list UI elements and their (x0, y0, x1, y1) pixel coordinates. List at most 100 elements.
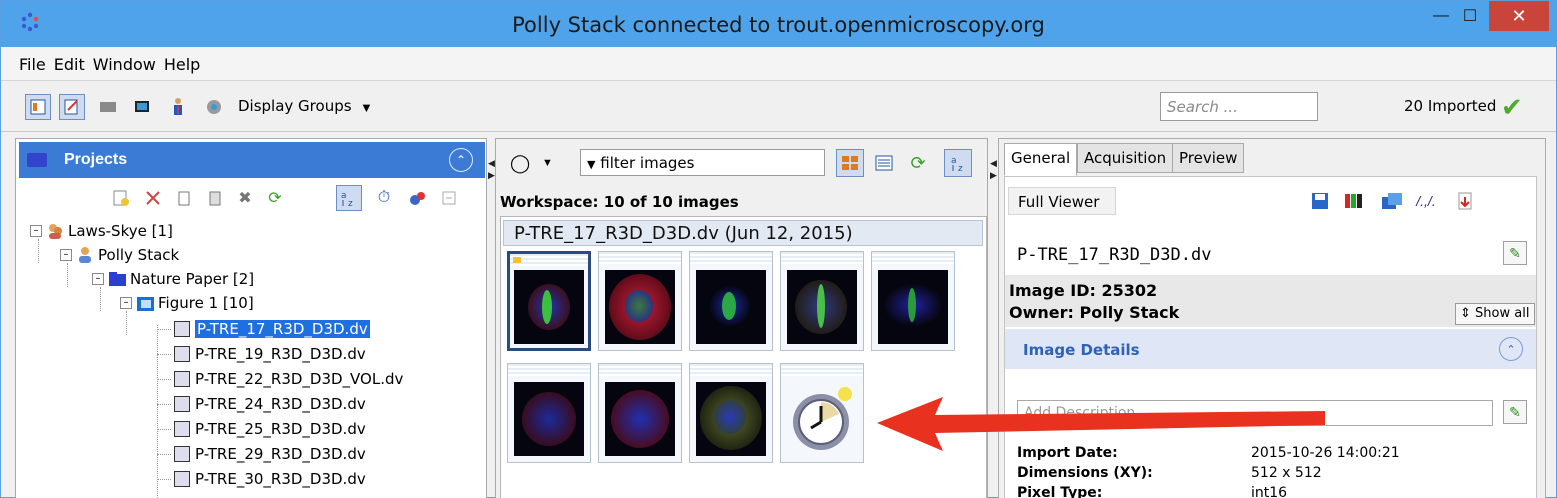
left-splitter[interactable]: ◀ ▶ (487, 138, 495, 498)
tree-node-label: P-TRE_29_R3D_D3D.dv (195, 445, 366, 463)
collapse-node-icon[interactable]: – (120, 297, 132, 309)
collapse-icon[interactable]: ⌃ (449, 148, 473, 172)
tree-node-image[interactable]: P-TRE_19_R3D_D3D.dv (173, 342, 366, 366)
settings-icon[interactable] (201, 94, 227, 120)
tag-icon[interactable] (404, 185, 430, 211)
menu-file[interactable]: File (19, 55, 46, 74)
image-details-header[interactable]: Image Details ⌃ (1005, 329, 1536, 369)
sort-az-icon[interactable]: az (944, 149, 972, 177)
image-thumbnail[interactable] (507, 251, 591, 351)
pixel-type-value: int16 (1251, 485, 1288, 498)
tree-node-label: Laws-Skye [1] (68, 222, 173, 240)
channels-icon[interactable] (1342, 189, 1366, 213)
users-icon[interactable] (165, 94, 191, 120)
group-header[interactable]: P-TRE_17_R3D_D3D.dv (Jun 12, 2015) (503, 220, 983, 246)
image-thumbnail[interactable] (689, 363, 773, 463)
tree-node-dataset[interactable]: – Figure 1 [10] (120, 291, 254, 315)
image-file-icon (173, 320, 191, 338)
image-file-icon (173, 345, 191, 363)
collapse-node-icon[interactable]: – (60, 249, 72, 261)
image-thumbnail[interactable] (507, 363, 591, 463)
annotations-icon[interactable] (59, 94, 85, 120)
collapse-icon[interactable]: ⌃ (1499, 337, 1523, 361)
image-thumbnail[interactable] (598, 251, 682, 351)
save-icon[interactable] (1308, 189, 1332, 213)
search-input[interactable]: Search ... (1160, 92, 1318, 121)
tree-node-user[interactable]: – Polly Stack (60, 243, 179, 267)
clock-icon (793, 387, 852, 450)
edit-description-pencil-icon[interactable]: ✎ (1503, 400, 1527, 424)
image-thumbnail[interactable] (871, 251, 955, 351)
menu-edit[interactable]: Edit (54, 55, 85, 74)
cut-icon[interactable] (140, 185, 166, 211)
menu-bar: File Edit Window Help (1, 48, 1556, 81)
image-owner: Owner: Polly Stack (1009, 303, 1180, 322)
refresh-icon[interactable]: ⟳ (262, 185, 288, 211)
chevron-down-icon[interactable]: ▼ (360, 100, 373, 115)
menu-window[interactable]: Window (93, 55, 156, 74)
thumbnail-view-icon[interactable] (836, 149, 864, 177)
tree-node-image[interactable]: P-TRE_17_R3D_D3D.dv (173, 317, 370, 341)
chevron-down-icon[interactable]: ▼ (542, 157, 553, 169)
full-viewer-button[interactable]: Full Viewer (1008, 187, 1116, 215)
link-icon[interactable]: /.,/. (1414, 189, 1438, 213)
tree-node-image[interactable]: P-TRE_30_R3D_D3D.dv (173, 467, 366, 491)
filter-funnel-icon[interactable]: ◯ (510, 153, 530, 174)
image-name: P-TRE_17_R3D_D3D.dv (1017, 245, 1212, 265)
image-thumbnail-loading[interactable] (780, 363, 864, 463)
maximize-icon[interactable]: ☐ (1448, 1, 1492, 31)
close-icon[interactable]: ✕ (1489, 1, 1549, 31)
tree-node-image[interactable]: P-TRE_24_R3D_D3D.dv (173, 392, 366, 416)
show-all-dropdown[interactable]: ⇕ Show all (1455, 303, 1535, 325)
list-view-icon[interactable] (870, 149, 898, 177)
spinner-icon: ⇕ (1460, 306, 1471, 321)
tree-node-image[interactable]: P-TRE_22_R3D_D3D_VOL.dv (173, 367, 403, 391)
tree-node-image[interactable]: P-TRE_25_R3D_D3D.dv (173, 417, 366, 441)
collapse-all-icon[interactable] (436, 185, 462, 211)
download-icon[interactable] (1453, 189, 1477, 213)
imported-status[interactable]: 20 Imported (1404, 97, 1496, 115)
annotation-arrow (877, 397, 1325, 451)
tree-node-label: P-TRE_19_R3D_D3D.dv (195, 345, 366, 363)
paste-icon[interactable] (202, 185, 228, 211)
copy-icon[interactable] (171, 185, 197, 211)
chevron-down-icon[interactable]: ▼ (587, 158, 595, 171)
dimensions-value: 512 x 512 (1251, 465, 1322, 481)
tree-node-group[interactable]: – Laws-Skye [1] (30, 219, 173, 243)
open-with-icon[interactable] (1380, 189, 1404, 213)
filter-images-input[interactable]: ▼ filter images (580, 149, 825, 176)
tree-node-project[interactable]: – Nature Paper [2] (92, 267, 254, 291)
workspace-count: Workspace: 10 of 10 images (500, 193, 739, 211)
projects-panel: Projects ⌃ ✖ ⟳ az ⏱ – Laws-Skye [1] – Po… (15, 138, 487, 498)
image-file-icon (173, 420, 191, 438)
tree-node-image[interactable]: P-TRE_29_R3D_D3D.dv (173, 442, 366, 466)
new-icon[interactable] (108, 185, 134, 211)
image-file-icon (173, 445, 191, 463)
projects-header[interactable]: Projects ⌃ (19, 142, 485, 178)
project-icon (108, 270, 126, 288)
tree-node-label: P-TRE_25_R3D_D3D.dv (195, 420, 366, 438)
sort-az-icon[interactable]: az (336, 185, 362, 211)
user-icon (76, 246, 94, 264)
monitor-icon[interactable] (129, 94, 155, 120)
title-bar[interactable]: Polly Stack connected to trout.openmicro… (1, 1, 1556, 47)
image-thumbnail[interactable] (689, 251, 773, 351)
edit-name-pencil-icon[interactable]: ✎ (1503, 241, 1527, 265)
tab-acquisition[interactable]: Acquisition (1077, 143, 1174, 173)
delete-icon[interactable]: ✖ (232, 185, 258, 211)
svg-text:a: a (341, 191, 347, 201)
menu-help[interactable]: Help (164, 55, 200, 74)
display-groups-dropdown[interactable]: Display Groups (238, 97, 352, 115)
tab-preview[interactable]: Preview (1172, 143, 1245, 173)
timer-icon[interactable]: ⏱ (371, 185, 397, 211)
tab-general[interactable]: General (1004, 143, 1078, 176)
image-thumbnail[interactable] (598, 363, 682, 463)
image-file-icon (173, 370, 191, 388)
tree-node-label: Nature Paper [2] (130, 270, 255, 288)
thumbnail-grid-icon[interactable] (95, 94, 121, 120)
collapse-node-icon[interactable]: – (30, 225, 42, 237)
refresh-icon[interactable]: ⟳ (904, 149, 932, 177)
collapse-node-icon[interactable]: – (92, 273, 104, 285)
image-thumbnail[interactable] (780, 251, 864, 351)
tree-view-icon[interactable] (25, 94, 51, 120)
